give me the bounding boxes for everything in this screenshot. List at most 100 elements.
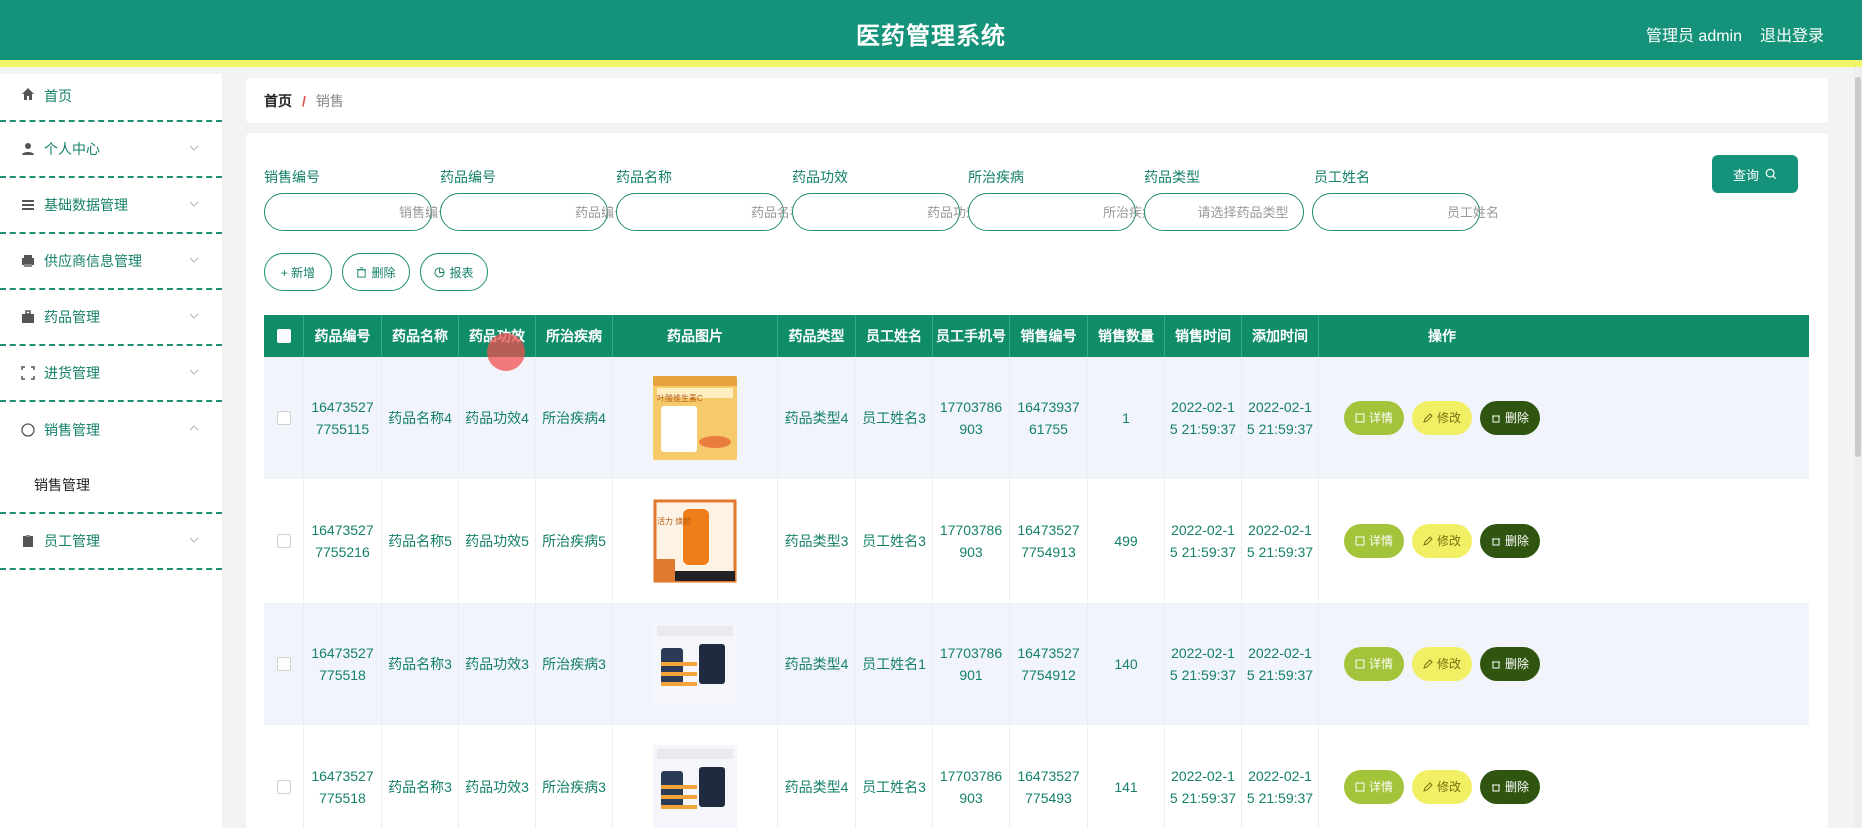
cell-sale-qty: 1 [1088, 357, 1165, 479]
trash-icon [1491, 784, 1500, 792]
delete-button[interactable]: 删除 [1480, 524, 1540, 558]
edit-button-label: 修改 [1436, 411, 1461, 425]
chevron-down-icon [189, 145, 199, 151]
sale-time-line2: 5 21:59:37 [1169, 790, 1237, 806]
pencil-icon [1423, 413, 1433, 423]
add-time-line1: 2022-02-1 [1248, 399, 1312, 415]
logout-link[interactable]: 退出登录 [1760, 22, 1824, 46]
row-checkbox[interactable] [276, 411, 291, 425]
header-cell: 药品类型 [778, 315, 856, 357]
search-field-drug-name[interactable] [616, 193, 821, 231]
doc-icon [1355, 782, 1365, 792]
delete-button[interactable]: 删除 [1480, 770, 1540, 804]
cell-add-time: 2022-02-1 5 21:59:37 [1242, 357, 1319, 479]
sidebar-item-basic-data[interactable]: 基础数据管理 [0, 178, 222, 234]
sale-no-line2: 7754913 [1021, 544, 1076, 560]
add-time-line2: 5 21:59:37 [1246, 421, 1314, 437]
cell-drug-type: 药品类型4 [778, 603, 856, 725]
search-label-drug-no: 药品编号 [440, 169, 496, 185]
search-field-sale-no[interactable] [264, 193, 469, 231]
report-button[interactable]: 报表 [420, 253, 488, 291]
user-icon [20, 141, 36, 157]
row-checkbox-cell [264, 480, 304, 602]
sidebar-item-sales[interactable]: 销售管理 [0, 402, 222, 458]
edit-button[interactable]: 修改 [1412, 524, 1472, 558]
drug-disease: 所治疾病5 [542, 533, 606, 549]
search-field-disease[interactable] [968, 193, 1173, 231]
cell-sale-qty: 140 [1088, 603, 1165, 725]
scrollbar-thumb[interactable] [1855, 77, 1861, 457]
cell-staff-name: 员工姓名3 [856, 357, 933, 479]
sidebar-item-label: 员工管理 [44, 533, 100, 549]
edit-button[interactable]: 修改 [1412, 647, 1472, 681]
cell-drug-image [613, 603, 778, 725]
add-button[interactable]: + 新增 [264, 253, 332, 291]
header-cell: 添加时间 [1242, 315, 1319, 357]
breadcrumb-separator: / [302, 92, 306, 109]
edit-button[interactable]: 修改 [1412, 770, 1472, 804]
edit-button-label: 修改 [1436, 657, 1461, 671]
staff-name: 员工姓名3 [862, 779, 926, 795]
cell-drug-effect: 药品功效3 [459, 726, 536, 828]
current-user: 管理员 admin [1645, 28, 1742, 45]
sidebar-item-staff[interactable]: 员工管理 [0, 514, 222, 570]
drug-no-line1: 16473527 [311, 522, 374, 538]
sidebar-item-purchase[interactable]: 进货管理 [0, 346, 222, 402]
drug-effect: 药品功效3 [465, 656, 529, 672]
search-field-staff-name[interactable] [1312, 193, 1517, 231]
batch-delete-button[interactable]: 删除 [342, 253, 410, 291]
search-field-effect[interactable] [792, 193, 997, 231]
doc-icon [1355, 659, 1365, 669]
drug-name: 药品名称3 [388, 656, 452, 672]
drug-no-line2: 7755216 [315, 544, 370, 560]
row-checkbox[interactable] [276, 534, 291, 548]
detail-button[interactable]: 详情 [1344, 647, 1404, 681]
sale-qty: 141 [1114, 779, 1138, 795]
sale-qty: 140 [1114, 656, 1138, 672]
table-row: 16473527 775518 药品名称3 药品功效3 所治疾病3 药品类型4 员工姓名1 1… [264, 603, 1809, 726]
sidebar-item-drugs[interactable]: 药品管理 [0, 290, 222, 346]
drug-no-line1: 16473527 [311, 645, 374, 661]
submenu-item-sales[interactable]: 销售管理 [0, 458, 222, 514]
cell-sale-time: 2022-02-1 5 21:59:37 [1165, 603, 1242, 725]
search-label-disease: 所治疾病 [968, 169, 1024, 185]
breadcrumb-home[interactable]: 首页 [264, 91, 292, 111]
edit-button[interactable]: 修改 [1412, 401, 1472, 435]
delete-button[interactable]: 删除 [1480, 647, 1540, 681]
search-field-drug-no[interactable] [440, 193, 645, 231]
cell-sale-time: 2022-02-1 5 21:59:37 [1165, 357, 1242, 479]
row-checkbox[interactable] [276, 657, 291, 671]
sidebar-item-label: 基础数据管理 [44, 197, 128, 213]
cell-drug-no: 16473527 7755115 [304, 357, 382, 479]
cell-staff-phone: 17703786 903 [933, 357, 1010, 479]
select-all-checkbox[interactable] [276, 329, 291, 343]
sidebar-item-home[interactable]: 首页 [0, 74, 222, 122]
sale-no-line1: 16473527 [1017, 645, 1080, 661]
detail-button[interactable]: 详情 [1344, 401, 1404, 435]
edit-button-label: 修改 [1436, 780, 1461, 794]
query-button[interactable]: 查询 [1712, 155, 1798, 193]
staff-phone-line1: 17703786 [939, 645, 1003, 661]
staff-phone-line1: 17703786 [939, 768, 1003, 784]
row-checkbox[interactable] [276, 780, 291, 794]
page-scrollbar[interactable] [1854, 67, 1862, 828]
drug-type-select[interactable] [1144, 193, 1335, 231]
cell-sale-no: 16473937 61755 [1010, 357, 1088, 479]
staff-name-input[interactable] [1323, 204, 1517, 220]
drug-name: 药品名称5 [388, 533, 452, 549]
add-time-line1: 2022-02-1 [1248, 645, 1312, 661]
cell-drug-name: 药品名称5 [382, 480, 459, 602]
drug-disease: 所治疾病3 [542, 779, 606, 795]
sidebar-item-personal[interactable]: 个人中心 [0, 122, 222, 178]
add-time-line2: 5 21:59:37 [1246, 544, 1314, 560]
detail-button[interactable]: 详情 [1344, 770, 1404, 804]
frame-icon [20, 365, 36, 381]
drug-type-select-input[interactable] [1155, 204, 1335, 220]
header-cell: 员工手机号 [933, 315, 1010, 357]
cell-drug-type: 药品类型4 [778, 357, 856, 479]
row-checkbox-cell [264, 603, 304, 725]
sidebar-item-supplier[interactable]: 供应商信息管理 [0, 234, 222, 290]
doc-icon [1355, 413, 1365, 423]
detail-button[interactable]: 详情 [1344, 524, 1404, 558]
delete-button[interactable]: 删除 [1480, 401, 1540, 435]
